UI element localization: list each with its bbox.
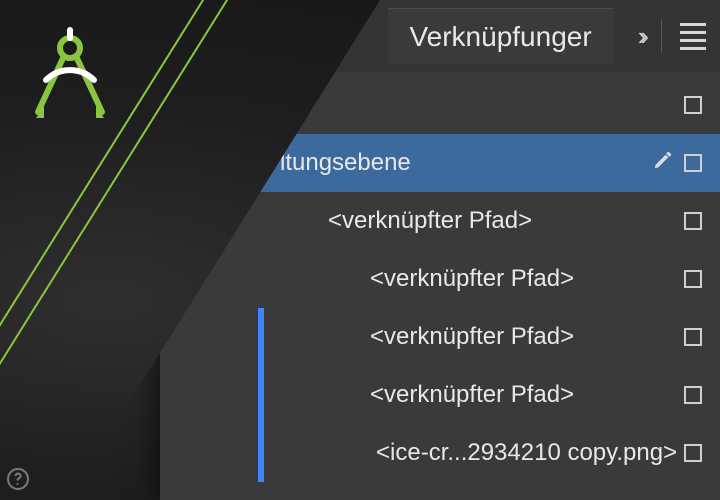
layer-row[interactable] bbox=[160, 76, 720, 134]
layer-row[interactable]: <ice-cr...2934210 copy.png> bbox=[160, 424, 720, 482]
layer-label: <verknüpfter Pfad> bbox=[370, 323, 684, 351]
selection-indicator bbox=[258, 366, 264, 424]
target-checkbox[interactable] bbox=[684, 328, 702, 346]
selection-indicator bbox=[258, 424, 264, 482]
layer-row[interactable]: ltungsebene bbox=[160, 134, 720, 192]
layer-label: <verknüpfter Pfad> bbox=[370, 381, 684, 409]
layer-row[interactable]: <verknüpfter Pfad> bbox=[160, 192, 720, 250]
selection-indicator bbox=[258, 308, 264, 366]
target-checkbox[interactable] bbox=[684, 96, 702, 114]
tab-links[interactable]: Verknüpfunger bbox=[388, 8, 614, 64]
layer-row[interactable]: <verknüpfter Pfad> bbox=[160, 366, 720, 424]
layer-row[interactable]: <verknüpfter Pfad> bbox=[160, 308, 720, 366]
target-checkbox[interactable] bbox=[684, 212, 702, 230]
tab-label: Verknüpfunger bbox=[410, 21, 592, 53]
collapse-icon[interactable]: ›› bbox=[638, 21, 643, 52]
layers-list: ltungsebene <verknüpfter Pfad> <verknüpf… bbox=[160, 72, 720, 500]
target-checkbox[interactable] bbox=[684, 270, 702, 288]
layer-row[interactable]: ❯ <Gruppe> bbox=[160, 482, 720, 500]
help-icon[interactable] bbox=[6, 467, 30, 496]
layer-label: <ice-cr...2934210 copy.png> bbox=[376, 439, 684, 467]
pen-icon bbox=[652, 149, 674, 178]
layer-row[interactable]: <verknüpfter Pfad> bbox=[160, 250, 720, 308]
panel-menu-icon[interactable] bbox=[680, 23, 706, 50]
target-checkbox[interactable] bbox=[684, 444, 702, 462]
app-logo-icon bbox=[20, 22, 120, 122]
layer-label: <verknüpfter Pfad> bbox=[370, 265, 684, 293]
target-checkbox[interactable] bbox=[684, 154, 702, 172]
layer-label: ltungsebene bbox=[280, 149, 642, 177]
divider bbox=[661, 19, 662, 53]
layers-panel: Verknüpfunger ›› ltungsebene <verknüpfte… bbox=[160, 0, 720, 500]
target-checkbox[interactable] bbox=[684, 386, 702, 404]
layer-label: <verknüpfter Pfad> bbox=[328, 207, 684, 235]
panel-tabbar: Verknüpfunger ›› bbox=[160, 0, 720, 72]
